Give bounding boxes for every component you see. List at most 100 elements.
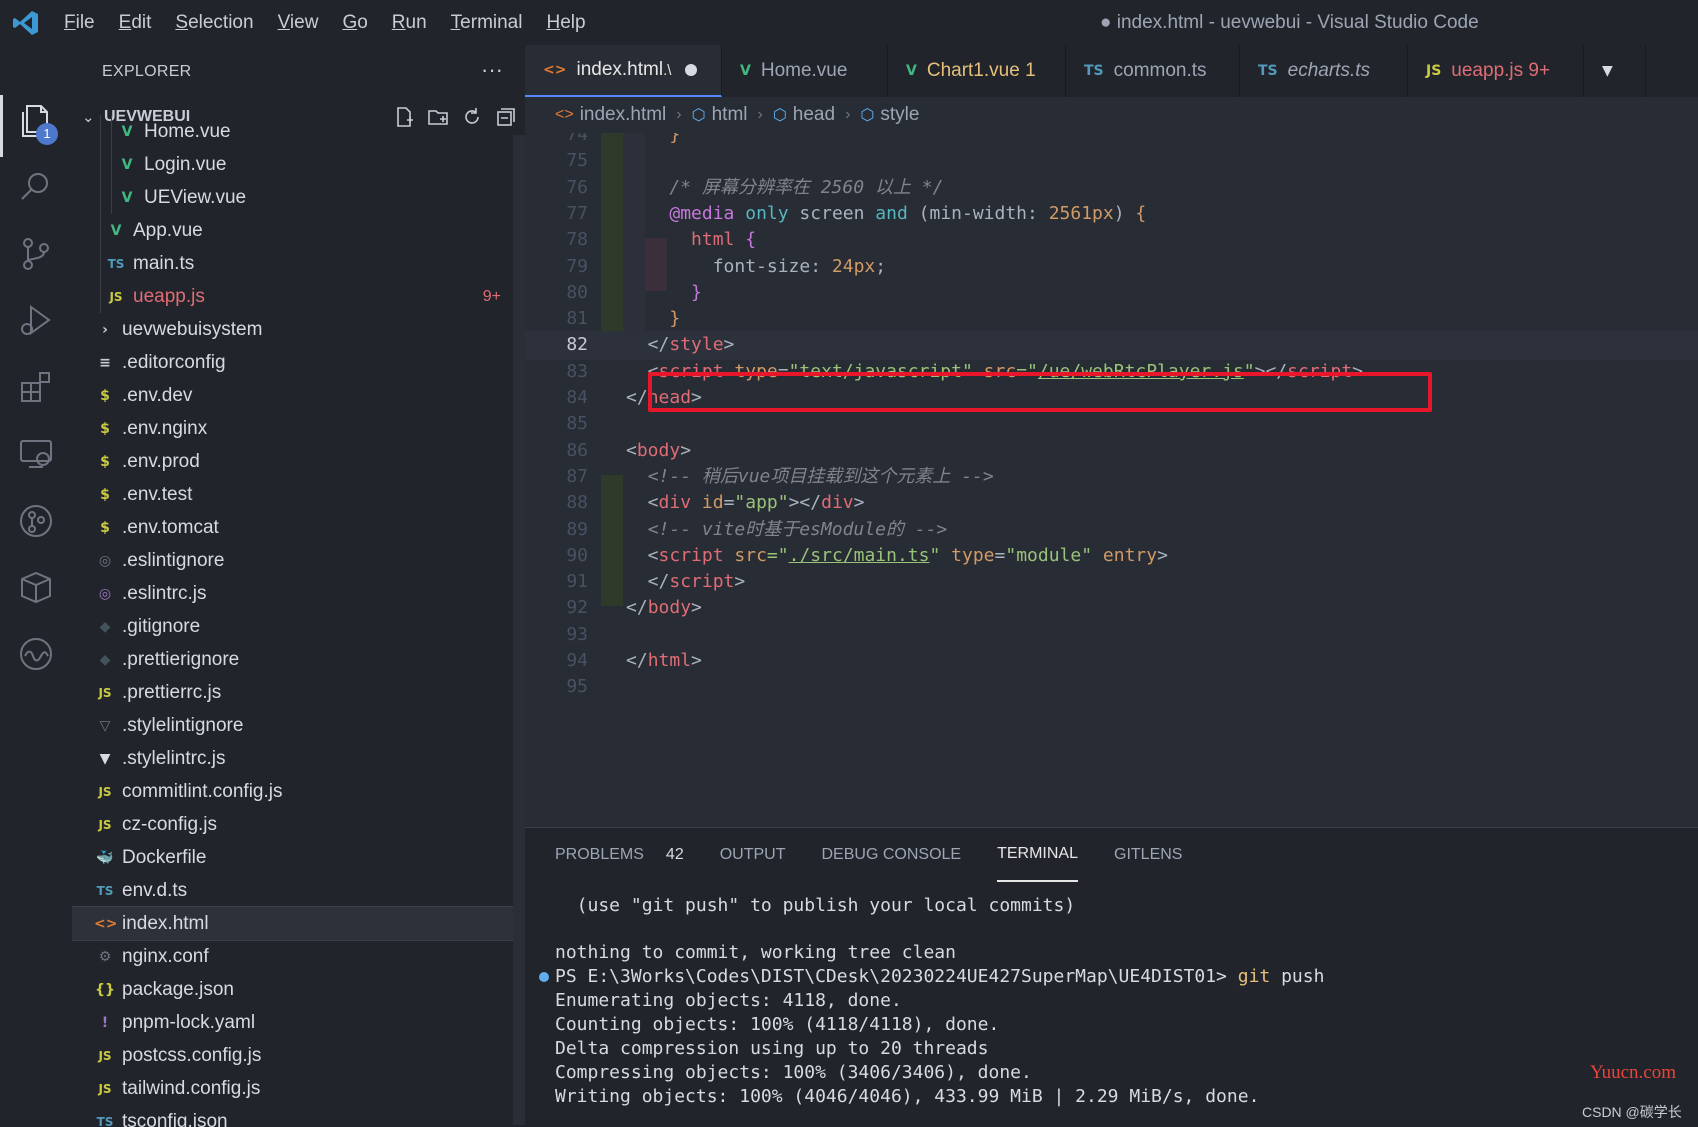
code-token: html [647,650,692,671]
tree-file[interactable]: V Login.vue [72,148,525,181]
html-file-icon: <> [555,106,574,123]
indent-guide [100,247,101,280]
tree-file[interactable]: V App.vue [72,214,525,247]
file-type-icon: ◆ [99,651,111,668]
menu-edit[interactable]: Edit [107,0,164,45]
breadcrumb-item[interactable]: html [712,104,748,126]
tree-file[interactable]: ⚙ nginx.conf [72,940,525,973]
file-type-icon: V [110,222,122,239]
tree-file[interactable]: ◎ .eslintignore [72,544,525,577]
problems-count: 42 [665,846,684,863]
tree-file[interactable]: ◎ .eslintrc.js [72,577,525,610]
extensions-icon[interactable] [12,363,60,411]
tree-file[interactable]: $ .env.dev [72,379,525,412]
tree-file[interactable]: $ .env.tomcat [72,511,525,544]
panel-tab-problems[interactable]: PROBLEMS 42 [555,828,684,882]
tree-file[interactable]: V Home.vue [72,115,525,148]
terminal-output[interactable]: (use "git push" to publish your local co… [539,894,1324,1109]
panel-tab-debug-console[interactable]: DEBUG CONSOLE [822,828,962,882]
problem-count-badge: 9+ [482,287,501,305]
panel-tab-terminal[interactable]: TERMINAL [997,828,1078,882]
remote-explorer-icon[interactable] [12,430,60,478]
breadcrumb-item[interactable]: style [880,104,919,126]
menu-view[interactable]: View [266,0,331,45]
menu-selection[interactable]: Selection [163,0,265,45]
breadcrumb-item[interactable]: head [793,104,835,126]
file-type-icon: ◆ [99,618,111,635]
file-type-icon: TS [96,883,114,898]
sidebar-scrollbar[interactable] [513,135,525,1125]
file-type-icon: $ [100,420,110,437]
tree-folder[interactable]: › uevwebuisystem [72,313,525,346]
tree-item-label: commitlint.config.js [122,780,283,802]
code-editor[interactable]: 74 } 75 76 /* 屏幕分辨率在 2560 以上 */77 @media o… [525,133,1698,825]
editor-tab[interactable]: ▼ [1584,45,1646,97]
editor-tab[interactable]: V Chart1.vue 1 [888,45,1066,97]
editor-tab[interactable]: TS common.ts [1066,45,1240,97]
tree-file[interactable]: JS commitlint.config.js [72,775,525,808]
tree-item-label: .stylelintrc.js [122,747,226,769]
menu-run[interactable]: Run [380,0,439,45]
terminal-line: (use "git push" to publish your local co… [555,895,1076,916]
editor-tab[interactable]: JS ueapp.js 9+ [1408,45,1584,97]
panel-tab-gitlens[interactable]: GITLENS [1114,828,1182,882]
editor-tab[interactable]: <> index.html .\ [525,45,722,97]
tree-file[interactable]: TS env.d.ts [72,874,525,907]
tree-file[interactable]: <> index.html [72,906,525,941]
tree-file[interactable]: ▼ .stylelintrc.js [72,742,525,775]
git-graph-icon[interactable] [12,497,60,545]
unsaved-dot-icon[interactable] [685,64,698,76]
tree-file[interactable]: $ .env.test [72,478,525,511]
tree-item-label: .stylelintignore [122,714,244,736]
tab-label: common.ts [1113,60,1207,81]
code-line: 82 </style> [525,331,1698,359]
tree-file[interactable]: JS .prettierrc.js [72,676,525,709]
more-actions-icon[interactable]: ··· [481,45,503,95]
run-debug-icon[interactable] [12,296,60,344]
tree-file[interactable]: V UEView.vue [72,181,525,214]
panel-tab-label: DEBUG CONSOLE [821,846,962,863]
tree-file[interactable]: TS tsconfig.json [72,1105,525,1127]
tree-file[interactable]: ≡ .editorconfig [72,346,525,379]
explorer-title: EXPLORER [102,63,192,80]
tree-file[interactable]: {} package.json [72,973,525,1006]
search-icon[interactable] [12,163,60,211]
tree-file[interactable]: JS cz-config.js [72,808,525,841]
code-token: type [951,544,995,566]
code-line: 92 </body> [525,594,1698,622]
tree-file[interactable]: ▽ .stylelintignore [72,709,525,742]
package-icon[interactable] [12,563,60,611]
code-token: > [723,334,735,356]
panel-tab-output[interactable]: OUTPUT [720,828,786,882]
code-token: html [691,229,735,251]
line-number: 82 [566,334,588,356]
file-type-icon: JS [98,817,112,832]
editor-tab[interactable]: TS echarts.ts [1240,45,1408,97]
source-control-icon[interactable] [12,230,60,278]
line-number: 88 [566,492,588,514]
tree-file[interactable]: JS tailwind.config.js [72,1072,525,1105]
tree-file[interactable]: JS ueapp.js 9+ [72,280,525,313]
live-share-icon[interactable] [12,630,60,678]
code-line: 79 font-size: 24px; [525,253,1698,281]
menu-help[interactable]: Help [534,0,597,45]
menu-terminal[interactable]: Terminal [439,0,535,45]
tree-file[interactable]: ◆ .prettierignore [72,643,525,676]
tree-file[interactable]: ! pnpm-lock.yaml [72,1006,525,1039]
line-number: 92 [566,597,588,619]
editor-tab[interactable]: V Home.vue [722,45,888,97]
tree-file[interactable]: 🐳 Dockerfile [72,841,525,874]
tree-file[interactable]: $ .env.nginx [72,412,525,445]
breadcrumb-item[interactable]: index.html [580,104,667,126]
tree-file[interactable]: ◆ .gitignore [72,610,525,643]
tree-file[interactable]: $ .env.prod [72,445,525,478]
code-token: ></ [788,492,822,514]
menu-file[interactable]: File [52,0,107,45]
terminal-line: nothing to commit, working tree clean [555,942,956,963]
code-token: < [626,492,659,514]
tree-file[interactable]: JS postcss.config.js [72,1039,525,1072]
code-token: </ [626,571,670,593]
tree-file[interactable]: TS main.ts [72,247,525,280]
menu-go[interactable]: Go [330,0,379,45]
